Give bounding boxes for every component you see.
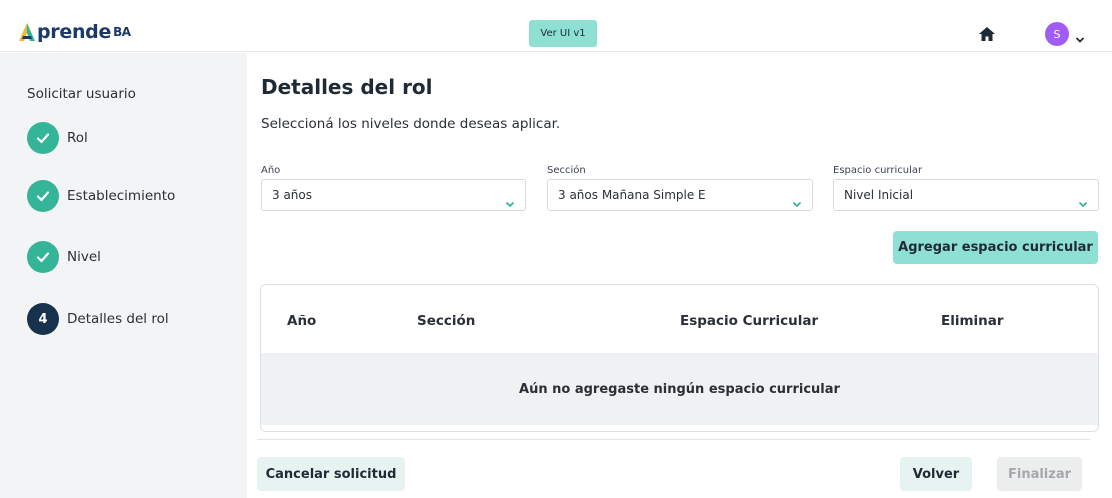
add-curricular-space-button[interactable]: Agregar espacio curricular [893,231,1098,264]
seccion-select[interactable]: 3 años Mañana Simple E [547,179,813,211]
check-icon [27,241,59,273]
step-detalles-del-rol: 4 Detalles del rol [27,302,169,336]
cancel-request-button[interactable]: Cancelar solicitud [257,457,405,491]
seccion-field: Sección 3 años Mañana Simple E [547,164,813,211]
logo-text: prende [37,21,112,43]
home-icon[interactable] [976,24,998,44]
check-icon [27,122,59,154]
back-button[interactable]: Volver [900,457,972,491]
aprende-ba-logo[interactable]: prende BA [18,20,131,44]
step-label: Establecimiento [67,188,176,204]
finish-button[interactable]: Finalizar [997,457,1082,491]
step-label: Rol [67,130,88,146]
column-header-espacio-curricular: Espacio Curricular [680,313,819,329]
curricular-spaces-table: Año Sección Espacio Curricular Eliminar … [260,284,1099,432]
sidebar-title: Solicitar usuario [27,86,136,102]
chevron-down-icon [792,193,802,208]
step-nivel: Nivel [27,240,101,274]
column-header-anio: Año [287,313,317,329]
step-establecimiento: Establecimiento [27,179,175,213]
logo-a-icon [18,22,36,42]
seccion-label: Sección [547,165,586,176]
page-title: Detalles del rol [261,75,433,99]
user-avatar[interactable]: S [1045,22,1069,46]
seccion-value: 3 años Mañana Simple E [558,188,706,202]
chevron-down-icon [505,193,515,208]
steps-sidebar: Solicitar usuario Rol Establecimiento Ni… [0,53,247,498]
chevron-down-icon [1078,193,1088,208]
check-icon [27,180,59,212]
espacio-curricular-value: Nivel Inicial [844,188,914,202]
column-header-seccion: Sección [417,313,476,329]
table-empty-message: Aún no agregaste ningún espacio curricul… [261,353,1098,425]
step-label: Nivel [67,249,101,265]
step-number: 4 [27,303,59,335]
anio-label: Año [261,165,281,176]
step-rol: Rol [27,121,88,155]
anio-value: 3 años [272,188,313,202]
footer-divider [257,439,1090,440]
espacio-curricular-field: Espacio curricular Nivel Inicial [833,164,1099,211]
espacio-curricular-select[interactable]: Nivel Inicial [833,179,1099,211]
anio-field: Año 3 años [261,164,526,211]
espacio-curricular-label: Espacio curricular [833,165,923,176]
version-ui-button[interactable]: Ver UI v1 [529,20,597,47]
anio-select[interactable]: 3 años [261,179,526,211]
chevron-down-icon[interactable] [1075,29,1085,43]
page-subtitle: Seleccioná los niveles donde deseas apli… [261,116,561,132]
logo-suffix: BA [113,25,131,39]
column-header-eliminar: Eliminar [941,313,1004,329]
top-header: prende BA Ver UI v1 S [0,0,1112,52]
step-label: Detalles del rol [67,311,169,327]
